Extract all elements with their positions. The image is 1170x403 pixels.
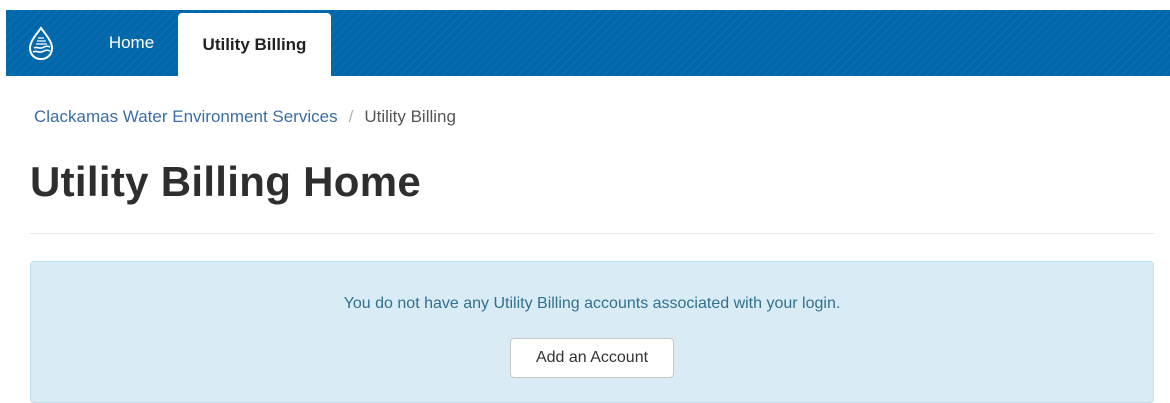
breadcrumb: Clackamas Water Environment Services / Uti… xyxy=(34,107,456,127)
title-divider xyxy=(30,233,1154,234)
water-drop-logo-icon[interactable] xyxy=(26,26,56,60)
breadcrumb-current: Utility Billing xyxy=(364,107,456,126)
breadcrumb-link-clackamas[interactable]: Clackamas Water Environment Services xyxy=(34,107,338,126)
nav-tab-home[interactable]: Home xyxy=(93,10,170,76)
nav-tab-utility-billing[interactable]: Utility Billing xyxy=(178,13,331,76)
top-navbar: Home Utility Billing xyxy=(6,10,1170,76)
breadcrumb-separator: / xyxy=(348,107,354,126)
page-title: Utility Billing Home xyxy=(30,158,422,205)
alert-message: You do not have any Utility Billing acco… xyxy=(343,295,841,312)
add-account-button[interactable]: Add an Account xyxy=(510,338,674,378)
info-alert: You do not have any Utility Billing acco… xyxy=(30,261,1154,403)
